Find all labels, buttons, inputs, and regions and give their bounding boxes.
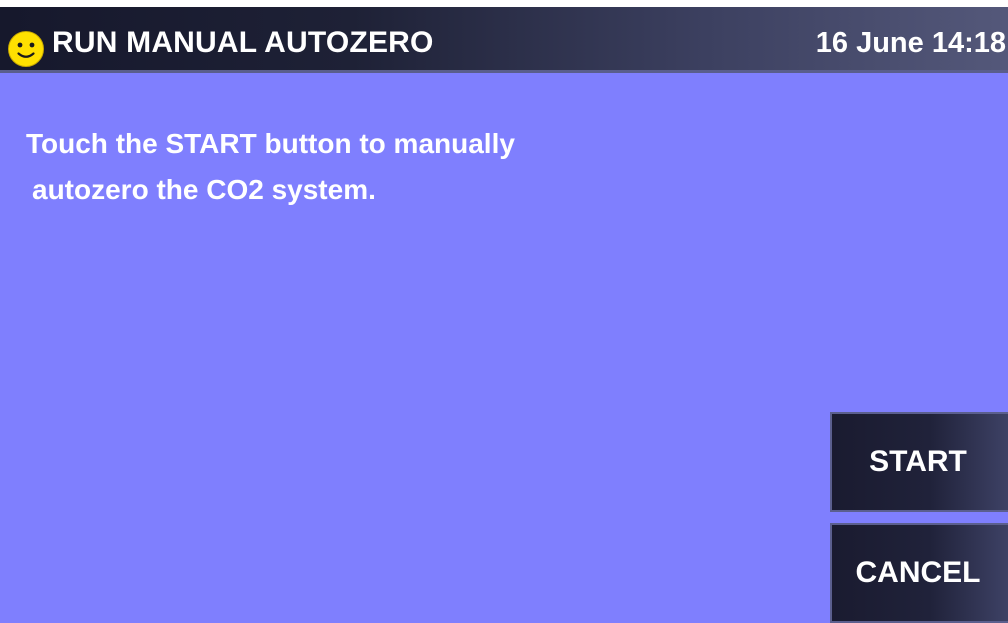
cancel-button[interactable]: CANCEL [830,523,1008,623]
page-title: RUN MANUAL AUTOZERO [52,26,434,59]
instrument-screen: RUN MANUAL AUTOZERO 16 June 14:18 Touch … [0,0,1008,623]
start-button[interactable]: START [830,412,1008,512]
instruction-line-1: Touch the START button to manually [26,128,515,159]
main-panel: Touch the START button to manually autoz… [0,73,1008,623]
instruction-message: Touch the START button to manually autoz… [26,121,515,213]
smiley-face-icon [8,31,44,67]
header-bar: RUN MANUAL AUTOZERO 16 June 14:18 [0,7,1008,73]
top-border [0,0,1008,7]
date-time-display: 16 June 14:18 [815,27,1006,59]
instruction-line-2: autozero the CO2 system. [32,174,376,205]
